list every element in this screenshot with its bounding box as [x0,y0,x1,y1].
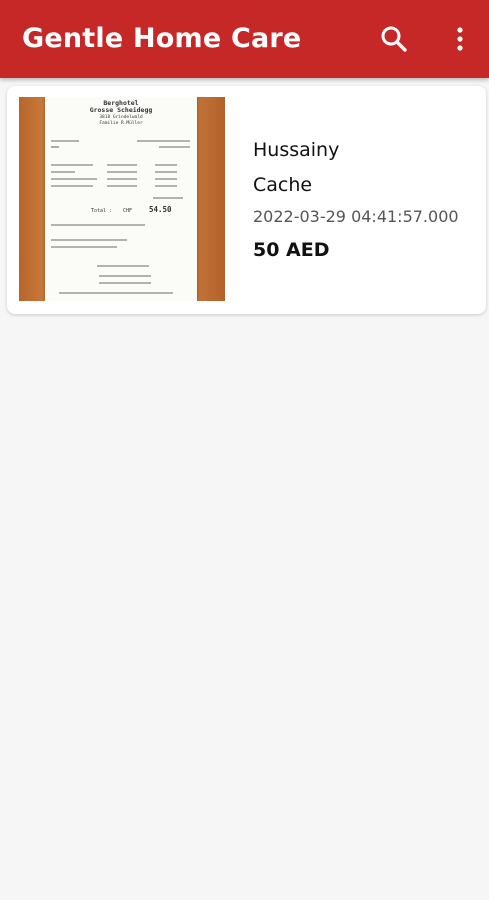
receipt-total-label: Total : [91,208,112,214]
search-button[interactable] [374,19,414,59]
expense-payment-method: Cache [253,174,313,196]
app-title: Gentle Home Care [22,23,302,54]
receipt-header-line: Familie R.Müller [99,120,143,126]
receipt-image: Berghotel Grosse Scheidegg 3818 Grindelw… [45,97,197,301]
receipt-header-line: Grosse Scheidegg [90,106,153,114]
receipt-thumbnail[interactable]: Berghotel Grosse Scheidegg 3818 Grindelw… [19,97,225,301]
receipt-total-currency: CHF [123,208,132,214]
expense-card[interactable]: Berghotel Grosse Scheidegg 3818 Grindelw… [7,86,486,314]
more-vert-icon [457,27,463,51]
search-icon [381,26,407,52]
expense-amount: 50 AED [253,239,330,261]
more-options-button[interactable] [440,19,480,59]
expense-vendor-name: Hussainy [253,139,340,161]
receipt-total-value: 54.50 [149,205,172,214]
expense-datetime: 2022-03-29 04:41:57.000 [253,207,459,226]
app-bar: Gentle Home Care [0,0,489,78]
receipt-header-line: 3818 Grindelwald [99,114,143,120]
